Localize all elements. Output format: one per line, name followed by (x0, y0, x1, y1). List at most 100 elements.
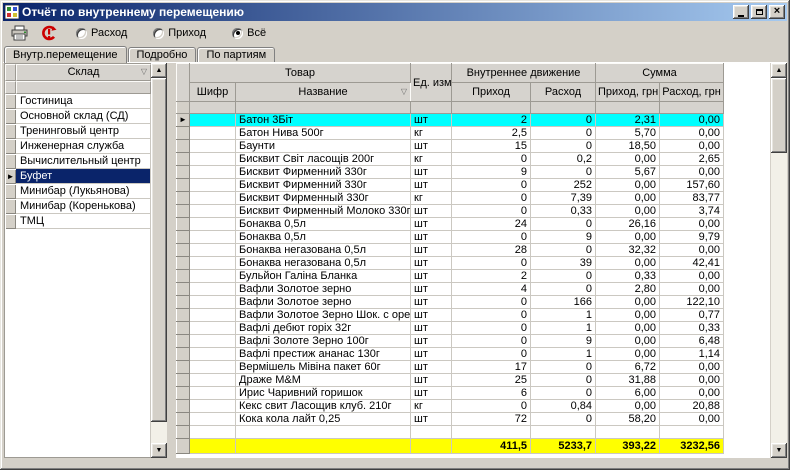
warehouse-header-label: Склад (68, 66, 100, 78)
product-row[interactable]: Ирис Чаривний горишокшт606,000,00 (177, 387, 724, 400)
row-marker-icon (5, 214, 16, 229)
cell-rashod: 0 (531, 283, 596, 296)
print-button[interactable] (8, 23, 30, 43)
cell-rashod-grn: 0,00 (660, 374, 724, 387)
cell-rashod: 1 (531, 322, 596, 335)
product-row[interactable]: Бонаква 0,5лшт24026,160,00 (177, 218, 724, 231)
product-row[interactable]: Бисквит Фирменний 330гшт905,670,00 (177, 166, 724, 179)
warehouse-list-item[interactable]: Минибар (Коренькова) (5, 199, 151, 214)
product-row[interactable]: Кока кола лайт 0,25шт72058,200,00 (177, 413, 724, 426)
column-header-rashod[interactable]: Расход (531, 83, 596, 102)
cell-unit: шт (411, 374, 452, 387)
product-row[interactable]: ►Батон 3Бітшт202,310,00 (177, 114, 724, 127)
product-row[interactable]: Вафлі престиж ананас 130гшт010,001,14 (177, 348, 724, 361)
warehouse-list-item[interactable]: Инженерная служба (5, 139, 151, 154)
warehouse-list-item[interactable]: Вычислительный центр (5, 154, 151, 169)
close-button[interactable]: × (769, 5, 785, 19)
cell-prihod: 2 (452, 270, 531, 283)
warehouse-scrollbar-thumb[interactable] (151, 78, 167, 422)
warehouse-column-header[interactable]: Склад ▽ (16, 64, 151, 81)
scroll-down-icon[interactable]: ▼ (771, 443, 787, 458)
toolbar: Расход Приход Всё (3, 21, 787, 45)
radio-label: Всё (247, 27, 266, 39)
cell-rashod: 0 (531, 218, 596, 231)
cell-name: Бисквит Фирменний 330г (236, 166, 411, 179)
product-row[interactable]: Вафли Золотое зерношт01660,00122,10 (177, 296, 724, 309)
product-row[interactable]: Батон Нива 500гкг2,505,700,00 (177, 127, 724, 140)
warehouse-list-item[interactable]: Тренинговый центр (5, 124, 151, 139)
cell-prihod-grn: 58,20 (596, 413, 660, 426)
product-row[interactable]: Бонаква негазована 0,5лшт28032,320,00 (177, 244, 724, 257)
grid-filter-row[interactable] (177, 102, 724, 114)
sort-icon[interactable]: ▽ (141, 68, 147, 76)
warehouse-list-item[interactable]: ТМЦ (5, 214, 151, 229)
column-header-rashod-grn[interactable]: Расход, грн (660, 83, 724, 102)
group-header-sum[interactable]: Сумма (596, 64, 724, 83)
radio-option[interactable]: Всё (232, 27, 266, 39)
minimize-button[interactable] (733, 5, 749, 19)
product-row[interactable]: Баунтишт15018,500,00 (177, 140, 724, 153)
cell-unit: шт (411, 413, 452, 426)
group-header-movement[interactable]: Внутреннее движение (452, 64, 596, 83)
cell-rashod-grn: 0,00 (660, 218, 724, 231)
product-row[interactable]: Бисквит Світ ласощів 200гкг00,20,002,65 (177, 153, 724, 166)
group-header-tovar[interactable]: Товар (190, 64, 411, 83)
column-header-name[interactable]: Название ▽ (236, 83, 411, 102)
warehouse-filter-cell (16, 81, 151, 94)
cell-unit: шт (411, 244, 452, 257)
scroll-up-icon[interactable]: ▲ (771, 63, 787, 78)
warehouse-name: Минибар (Лукьянова) (16, 184, 151, 199)
cell-unit: шт (411, 140, 452, 153)
product-row[interactable]: Бисквит Фирменный 330гкг07,390,0083,77 (177, 192, 724, 205)
cell-shifr (190, 127, 236, 140)
cell-rashod: 0,33 (531, 205, 596, 218)
column-header-unit[interactable]: Ед. изм. (411, 64, 452, 102)
warehouse-filter-row[interactable] (5, 81, 151, 94)
product-row[interactable]: Бульйон Галіна Бланкашт200,330,00 (177, 270, 724, 283)
product-row[interactable]: Бонаква негазована 0,5лшт0390,0042,41 (177, 257, 724, 270)
sort-icon[interactable]: ▽ (401, 88, 407, 96)
radio-option[interactable]: Расход (76, 27, 127, 39)
tab[interactable]: Подробно (128, 47, 197, 62)
row-marker-icon (5, 94, 16, 109)
warehouse-list-item[interactable]: Основной склад (СД) (5, 109, 151, 124)
cell-name: Бисквит Фирменный 330г (236, 192, 411, 205)
row-marker-icon (177, 179, 190, 192)
warehouse-list-item[interactable]: ►Буфет (5, 169, 151, 184)
warehouse-scrollbar[interactable]: ▲ ▼ (151, 63, 167, 458)
product-row[interactable]: Вафли Золотое Зерно Шок. с орехами 100гш… (177, 309, 724, 322)
table-scrollbar[interactable]: ▲ ▼ (771, 63, 787, 458)
cell-prihod: 0 (452, 309, 531, 322)
product-row[interactable]: Вафлі Золоте Зерно 100гшт090,006,48 (177, 335, 724, 348)
cell-unit: шт (411, 231, 452, 244)
product-row[interactable]: Драже M&Mшт25031,880,00 (177, 374, 724, 387)
product-row[interactable]: Кекс свит Ласощив клуб. 210гкг00,840,002… (177, 400, 724, 413)
product-row[interactable]: Бисквит Фирменный Молоко 330гшт00,330,00… (177, 205, 724, 218)
maximize-button[interactable] (751, 5, 767, 19)
warehouse-panel: Склад ▽ ГостиницаОсновной склад (СД)Трен… (4, 63, 168, 458)
refresh-button[interactable] (38, 23, 60, 43)
column-header-prihod[interactable]: Приход (452, 83, 531, 102)
tab[interactable]: По партиям (197, 47, 275, 62)
column-header-shifr[interactable]: Шифр (190, 83, 236, 102)
cell-rashod: 9 (531, 231, 596, 244)
column-header-prihod-grn[interactable]: Приход, грн (596, 83, 660, 102)
tab[interactable]: Внутр.перемещение (4, 46, 127, 63)
warehouse-list-item[interactable]: Минибар (Лукьянова) (5, 184, 151, 199)
product-row[interactable]: Бонаква 0,5лшт090,009,79 (177, 231, 724, 244)
cell-rashod-grn: 0,00 (660, 127, 724, 140)
table-scrollbar-thumb[interactable] (771, 78, 787, 153)
product-row[interactable]: Вафли Золотое зерношт402,800,00 (177, 283, 724, 296)
cell-rashod: 0 (531, 361, 596, 374)
cell-unit: шт (411, 348, 452, 361)
scroll-down-icon[interactable]: ▼ (151, 443, 167, 458)
radio-option[interactable]: Приход (153, 27, 206, 39)
warehouse-list-item[interactable]: Гостиница (5, 94, 151, 109)
cell-unit: шт (411, 283, 452, 296)
scroll-up-icon[interactable]: ▲ (151, 63, 167, 78)
product-row[interactable]: Бисквит Фирменний 330гшт02520,00157,60 (177, 179, 724, 192)
row-marker-icon (177, 140, 190, 153)
cell-name: Бонаква 0,5л (236, 231, 411, 244)
product-row[interactable]: Вафлі дебют горіх 32гшт010,000,33 (177, 322, 724, 335)
product-row[interactable]: Вермішель Мівіна пакет 60гшт1706,720,00 (177, 361, 724, 374)
